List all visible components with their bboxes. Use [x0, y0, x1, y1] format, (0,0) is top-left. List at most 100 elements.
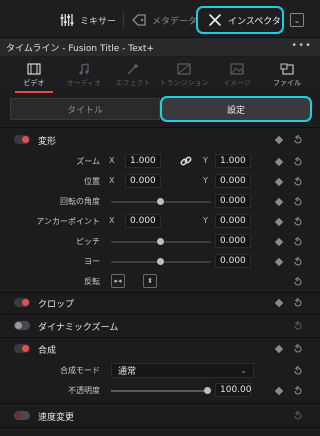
tab-transitions[interactable]: トランジション — [159, 57, 209, 93]
divider — [0, 337, 320, 338]
x-axis-label: X — [109, 156, 115, 165]
chevron-down-icon[interactable]: ⌄ — [290, 13, 304, 27]
tools-icon — [209, 14, 221, 26]
toolbar-divider — [123, 12, 124, 28]
composite-label: 合成 — [38, 346, 57, 356]
anchor-y-field[interactable]: 0.000 — [215, 214, 251, 228]
tab-label: イメージ — [223, 78, 251, 87]
reset-icon[interactable] — [293, 197, 303, 207]
zoom-row: ズーム X 1.000 Y 1.000 — [0, 153, 320, 171]
more-options-icon[interactable]: ••• — [291, 40, 312, 51]
tab-effects[interactable]: エフェクト — [108, 57, 158, 93]
title-segment-label: タイトル — [66, 105, 103, 116]
composite-mode-row: 合成モード 通常 ⌄ — [0, 362, 320, 380]
yaw-slider[interactable] — [111, 258, 211, 265]
composite-section-header[interactable]: 合成 — [0, 339, 320, 359]
settings-segment-button[interactable]: 設定 — [160, 96, 312, 122]
composite-mode-label: 合成モード — [60, 366, 100, 375]
zoom-x-field[interactable]: 1.000 — [125, 154, 161, 168]
reset-icon[interactable] — [293, 321, 303, 331]
speed-change-toggle[interactable] — [14, 411, 30, 420]
mixer-button[interactable]: ミキサー — [60, 10, 116, 30]
keyframe-icon[interactable] — [274, 177, 284, 187]
metadata-button[interactable]: メタデータ — [132, 10, 197, 30]
inspector-tabs: ビデオ オーディオ エフェクト トランジション イメージ ファイル — [0, 57, 320, 93]
speed-change-section-header[interactable]: 速度変更 — [0, 406, 320, 426]
keyframe-icon[interactable] — [274, 386, 284, 396]
crop-section-header[interactable]: クロップ — [0, 293, 320, 313]
pitch-field[interactable]: 0.000 — [215, 234, 251, 248]
reset-icon[interactable] — [293, 298, 303, 308]
tab-label: エフェクト — [115, 78, 151, 87]
tab-label: オーディオ — [66, 78, 102, 87]
position-y-field[interactable]: 0.000 — [215, 174, 251, 188]
slider-knob[interactable] — [204, 387, 211, 394]
magic-wand-icon — [127, 62, 139, 74]
keyframe-icon[interactable] — [274, 298, 284, 308]
rotation-label: 回転の角度 — [60, 197, 100, 206]
reset-icon[interactable] — [293, 237, 303, 247]
position-label: 位置 — [84, 177, 100, 186]
keyframe-icon[interactable] — [274, 217, 284, 227]
position-x-field[interactable]: 0.000 — [125, 174, 161, 188]
slider-knob[interactable] — [157, 238, 164, 245]
reset-icon[interactable] — [293, 277, 303, 287]
rotation-field[interactable]: 0.000 — [215, 194, 251, 208]
film-icon — [27, 62, 41, 75]
keyframe-icon[interactable] — [274, 344, 284, 354]
inspector-label: インスペクタ — [228, 16, 281, 27]
reset-icon[interactable] — [293, 411, 303, 421]
keyframe-icon[interactable] — [274, 197, 284, 207]
reset-icon[interactable] — [293, 135, 303, 145]
pitch-slider[interactable] — [111, 238, 211, 245]
rotation-slider[interactable] — [111, 198, 211, 205]
crop-label: クロップ — [38, 300, 75, 310]
link-icon[interactable] — [180, 155, 192, 167]
dynamic-zoom-toggle[interactable] — [14, 321, 30, 330]
slider-knob[interactable] — [157, 258, 164, 265]
tab-label: ファイル — [273, 78, 301, 87]
anchor-x-field[interactable]: 0.000 — [125, 214, 161, 228]
flip-horizontal-icon[interactable]: ▸◂ — [111, 274, 125, 288]
flip-vertical-icon[interactable]: ⬍ — [143, 274, 157, 288]
file-icon — [280, 63, 294, 75]
zoom-label: ズーム — [76, 157, 100, 166]
pitch-label: ピッチ — [76, 237, 100, 246]
keyframe-icon[interactable] — [274, 237, 284, 247]
slider-knob[interactable] — [157, 198, 164, 205]
transform-toggle[interactable] — [14, 135, 30, 144]
reset-icon[interactable] — [293, 366, 303, 376]
composite-mode-select[interactable]: 通常 ⌄ — [111, 363, 254, 378]
tab-video[interactable]: ビデオ — [9, 57, 59, 93]
dynamic-zoom-section-header[interactable]: ダイナミックズーム — [0, 316, 320, 336]
reset-icon[interactable] — [293, 217, 303, 227]
transform-section-header[interactable]: 変形 — [0, 130, 320, 150]
composite-toggle[interactable] — [14, 344, 30, 353]
divider — [0, 403, 320, 404]
opacity-field[interactable]: 100.00 — [215, 383, 252, 397]
mixer-label: ミキサー — [80, 16, 117, 27]
mixer-icon — [60, 14, 74, 26]
inspector-title-bar: タイムライン - Fusion Title - Text+ ••• — [0, 38, 320, 56]
keyframe-icon[interactable] — [274, 135, 284, 145]
keyframe-icon[interactable] — [274, 157, 284, 167]
reset-icon[interactable] — [293, 177, 303, 187]
opacity-slider[interactable] — [111, 387, 211, 394]
reset-icon[interactable] — [293, 157, 303, 167]
yaw-field[interactable]: 0.000 — [215, 254, 251, 268]
reset-icon[interactable] — [293, 257, 303, 267]
flip-label: 反転 — [84, 277, 100, 286]
reset-icon[interactable] — [293, 386, 303, 396]
zoom-y-field[interactable]: 1.000 — [215, 154, 251, 168]
tab-file[interactable]: ファイル — [262, 57, 312, 93]
title-segment-button[interactable]: タイトル — [10, 98, 160, 120]
chevron-down-icon: ⌄ — [240, 366, 247, 375]
keyframe-icon[interactable] — [274, 257, 284, 267]
tab-image[interactable]: イメージ — [212, 57, 262, 93]
inspector-button[interactable]: インスペクタ — [196, 6, 284, 34]
flip-row: 反転 ▸◂ ⬍ — [0, 273, 320, 291]
crop-toggle[interactable] — [14, 298, 30, 307]
reset-icon[interactable] — [293, 344, 303, 354]
tab-audio[interactable]: オーディオ — [59, 57, 109, 93]
opacity-row: 不透明度 100.00 — [0, 382, 320, 400]
